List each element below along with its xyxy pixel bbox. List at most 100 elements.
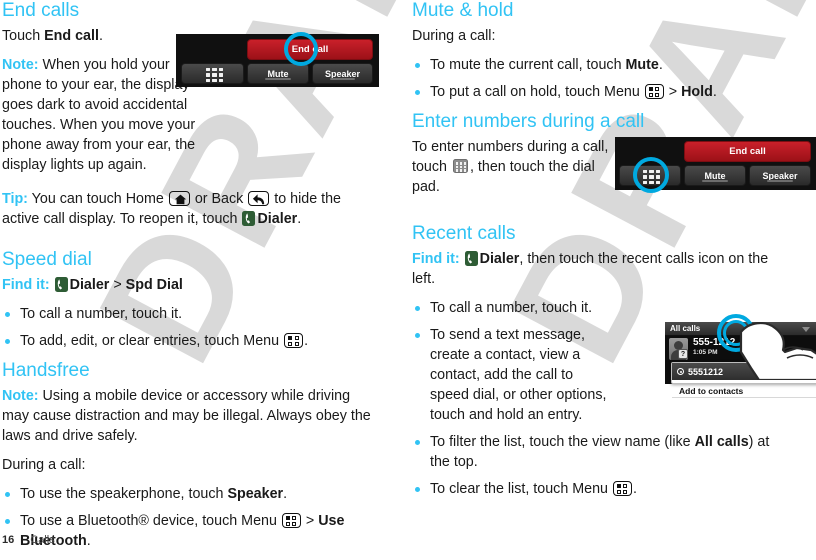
path-dialer: Dialer: [69, 277, 110, 293]
dialpad-icon: [452, 159, 468, 173]
find-it-label: Find it:: [412, 251, 460, 267]
paragraph-note-proximity: Note: When you hold your phone to your e…: [2, 55, 202, 175]
find-it-recent-calls: Find it: Dialer, then touch the recent c…: [412, 249, 784, 289]
menu-key-icon: [281, 513, 301, 528]
heading-end-calls: End calls: [2, 0, 80, 21]
list-speed-dial: To call a number, touch it. To add, edit…: [2, 304, 374, 351]
text: To add, edit, or clear entries, touch Me…: [20, 333, 284, 349]
menu-key-icon: [644, 84, 664, 99]
button-underline: [766, 180, 794, 182]
text: or Back: [190, 191, 248, 207]
heading-mute-and-hold: Mute & hold: [412, 0, 514, 21]
path-spd-dial: Spd Dial: [125, 277, 183, 293]
home-key-icon: [168, 191, 190, 206]
path-separator: >: [109, 277, 126, 293]
list-item: To use a Bluetooth® device, touch Menu >…: [2, 511, 374, 551]
text: .: [98, 28, 103, 44]
text: To filter the list, touch the view name …: [430, 434, 695, 450]
text-bold: Speaker: [227, 486, 284, 502]
text: To call a number, touch it.: [430, 300, 593, 316]
context-menu-title: 5551212: [688, 366, 724, 377]
text: To mute the current call, touch: [430, 57, 626, 73]
back-key-icon: [248, 191, 270, 206]
screenshot-recent-calls: All calls ? 555-1212 1:05 PM 5551212 Add…: [665, 314, 816, 398]
text-bold: End call: [44, 28, 99, 44]
text: To use the speakerphone, touch: [20, 486, 228, 502]
speaker-label: Speaker: [324, 68, 361, 79]
text: >: [664, 84, 682, 100]
note-label: Note:: [2, 388, 39, 404]
text: .: [297, 211, 302, 227]
menu-key-icon: [284, 333, 304, 348]
divider: [672, 397, 816, 398]
note-text: Using a mobile device or accessory while…: [2, 388, 371, 444]
speaker-button[interactable]: Speaker: [312, 63, 373, 84]
context-menu-item-add-to-contacts[interactable]: Add to contacts: [679, 386, 743, 396]
pointing-hand-icon: [739, 322, 816, 380]
right-column: Mute & hold During a call: To mute the c…: [412, 0, 784, 508]
text-bold: Dialer: [257, 211, 298, 227]
text: Touch: [2, 28, 45, 44]
note-text: When you hold your phone to your ear, th…: [2, 57, 196, 173]
call-time: 1:05 PM: [693, 349, 718, 356]
manual-page: End calls Touch End call. Note: When you…: [0, 0, 816, 556]
mute-button[interactable]: Mute: [684, 165, 746, 186]
mute-label: Mute: [704, 170, 726, 181]
find-it-speed-dial: Find it: Dialer > Spd Dial: [2, 275, 374, 295]
button-underline: [264, 78, 292, 80]
button-underline: [701, 180, 729, 182]
screenshot-call-controls-end-call: End call Mute Speaker: [176, 32, 379, 87]
text: .: [283, 486, 288, 502]
text: To use a Bluetooth® device, touch Menu: [20, 513, 281, 529]
text: .: [632, 481, 637, 497]
paragraph-enter-numbers: To enter numbers during a call, touch , …: [412, 137, 610, 197]
page-number: 16: [2, 534, 15, 546]
list-item: To add, edit, or clear entries, touch Me…: [2, 331, 374, 351]
text: To call a number, touch it.: [20, 306, 183, 322]
text: .: [712, 84, 717, 100]
tip-label: Tip:: [2, 191, 28, 207]
speaker-button[interactable]: Speaker: [749, 165, 811, 186]
text: .: [86, 533, 91, 549]
text-bold: All calls: [694, 434, 749, 450]
heading-recent-calls: Recent calls: [412, 223, 516, 244]
heading-speed-dial: Speed dial: [2, 249, 92, 270]
mute-button[interactable]: Mute: [247, 63, 309, 84]
find-it-label: Find it:: [2, 277, 50, 293]
mute-label: Mute: [267, 68, 289, 79]
heading-handsfree: Handsfree: [2, 360, 90, 381]
list-item: To use the speakerphone, touch Speaker.: [2, 484, 374, 504]
touch-highlight-ring: [284, 32, 318, 66]
heading-enter-numbers: Enter numbers during a call: [412, 111, 645, 132]
text: To send a text message, create a contact…: [430, 327, 607, 423]
dialer-app-icon: [242, 211, 256, 226]
text: To clear the list, touch Menu: [430, 481, 612, 497]
page-footer: 16 Calls: [2, 534, 55, 546]
unknown-contact-badge: ?: [678, 349, 688, 359]
text: .: [658, 57, 663, 73]
paragraph-during-a-call: During a call:: [412, 28, 496, 44]
paragraph-tip-home-back: Tip: You can touch Home or Back to hide …: [2, 189, 374, 229]
note-label: Note:: [2, 57, 39, 73]
text: To put a call on hold, touch Menu: [430, 84, 644, 100]
dialpad-button[interactable]: [181, 63, 244, 84]
end-call-button[interactable]: End call: [684, 141, 811, 162]
list-item: To clear the list, touch Menu .: [412, 479, 784, 499]
text: .: [304, 333, 309, 349]
view-name-label: All calls: [670, 324, 701, 333]
menu-key-icon: [612, 481, 632, 496]
dialpad-icon: [206, 68, 223, 82]
chapter-name: Calls: [30, 534, 55, 546]
list-mute-hold: To mute the current call, touch Mute. To…: [412, 55, 784, 102]
paragraph-note-driving: Note: Using a mobile device or accessory…: [2, 386, 374, 446]
text-bold: Mute: [625, 57, 659, 73]
screenshot-call-controls-dialpad: End call Mute Speaker: [615, 137, 816, 193]
list-handsfree: To use the speakerphone, touch Speaker. …: [2, 484, 374, 551]
paragraph-during-a-call: During a call:: [2, 457, 86, 473]
list-item: To send a text message, create a contact…: [412, 325, 610, 425]
list-item: To filter the list, touch the view name …: [412, 432, 784, 472]
list-item: To mute the current call, touch Mute.: [412, 55, 784, 75]
text-bold: Hold: [681, 84, 713, 100]
call-record-icon: [677, 368, 684, 375]
dialer-app-icon: [464, 251, 478, 266]
